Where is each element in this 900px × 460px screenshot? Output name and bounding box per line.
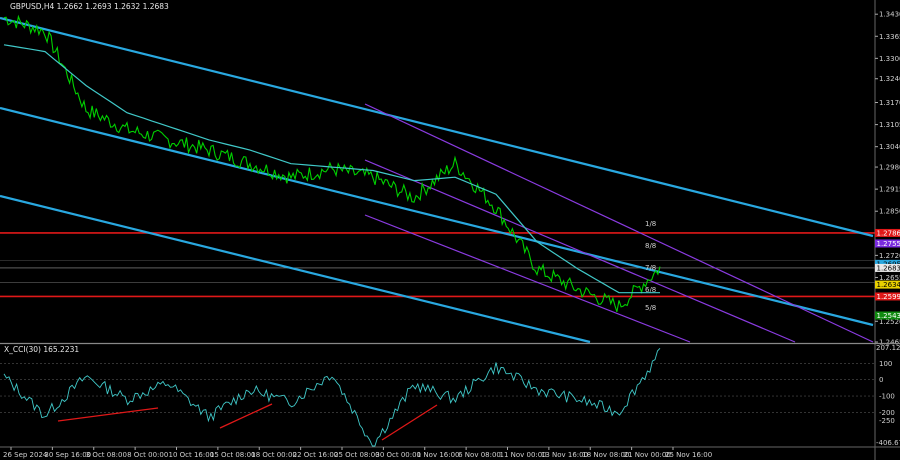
price-tag-label: 1.2786 bbox=[877, 229, 900, 237]
time-tick-label: 22 Oct 16:00 bbox=[293, 451, 339, 459]
time-tick-label: 30 Oct 00:00 bbox=[375, 451, 421, 459]
murray-level-label: 5/8 bbox=[645, 304, 656, 312]
cci-top-value: 207.1249 bbox=[876, 344, 900, 352]
time-tick-label: 1 Nov 16:00 bbox=[417, 451, 460, 459]
cci-tick-label: -100 bbox=[879, 393, 895, 401]
price-tick-label: 1.3040 bbox=[879, 143, 900, 151]
price-tag-label: 1.2755 bbox=[877, 240, 900, 248]
price-tick-label: 1.3170 bbox=[879, 99, 900, 107]
murray-level-label: 1/8 bbox=[645, 220, 656, 228]
price-tick-label: 1.2980 bbox=[879, 164, 900, 172]
time-tick-label: 18 Oct 00:00 bbox=[251, 451, 297, 459]
time-tick-label: 13 Nov 16:00 bbox=[541, 451, 588, 459]
price-tag-label: 1.2683 bbox=[877, 264, 900, 272]
indicator-title: X_CCI(30) 165.2231 bbox=[4, 345, 79, 354]
cci-bottom-value: -406.6774 bbox=[876, 439, 900, 447]
time-tick-label: 30 Sep 16:00 bbox=[44, 451, 91, 459]
time-tick-label: 10 Oct 16:00 bbox=[169, 451, 215, 459]
price-tick-label: 1.2850 bbox=[879, 208, 900, 216]
murray-level-label: 8/8 bbox=[645, 242, 656, 250]
cci-tick-label: 0 bbox=[879, 376, 883, 384]
price-chart[interactable]: 1/88/87/86/85/8 1.34301.33651.33001.3240… bbox=[0, 0, 900, 460]
time-tick-label: 15 Oct 08:00 bbox=[210, 451, 256, 459]
time-tick-label: 8 Oct 00:00 bbox=[127, 451, 168, 459]
price-tick-label: 1.3105 bbox=[879, 121, 900, 129]
price-tick-label: 1.3300 bbox=[879, 55, 900, 63]
time-tick-label: 11 Nov 00:00 bbox=[500, 451, 547, 459]
price-tick-label: 1.3365 bbox=[879, 33, 900, 41]
time-tick-label: 6 Nov 08:00 bbox=[458, 451, 501, 459]
time-tick-label: 21 Nov 00:00 bbox=[624, 451, 671, 459]
time-tick-label: 3 Oct 08:00 bbox=[86, 451, 127, 459]
time-tick-label: 26 Sep 2024 bbox=[3, 451, 48, 459]
price-tick-label: 1.2720 bbox=[879, 252, 900, 260]
price-tag-label: 1.2599 bbox=[877, 293, 900, 301]
time-tick-label: 25 Nov 16:00 bbox=[665, 451, 712, 459]
cci-tick-label: -200 bbox=[879, 409, 895, 417]
price-tick-label: 1.3430 bbox=[879, 11, 900, 19]
cci-tick-label: -250 bbox=[879, 417, 895, 425]
cci-tick-label: 100 bbox=[879, 360, 892, 368]
time-tick-label: 18 Nov 08:00 bbox=[582, 451, 629, 459]
price-tag-label: 1.2543 bbox=[877, 312, 900, 320]
murray-level-label: 7/8 bbox=[645, 264, 656, 272]
chart-title: GBPUSD,H4 1.2662 1.2693 1.2632 1.2683 bbox=[10, 2, 169, 11]
price-tick-label: 1.2915 bbox=[879, 186, 900, 194]
price-tag-label: 1.2634 bbox=[877, 281, 900, 289]
time-tick-label: 25 Oct 08:00 bbox=[334, 451, 380, 459]
price-tick-label: 1.3240 bbox=[879, 75, 900, 83]
